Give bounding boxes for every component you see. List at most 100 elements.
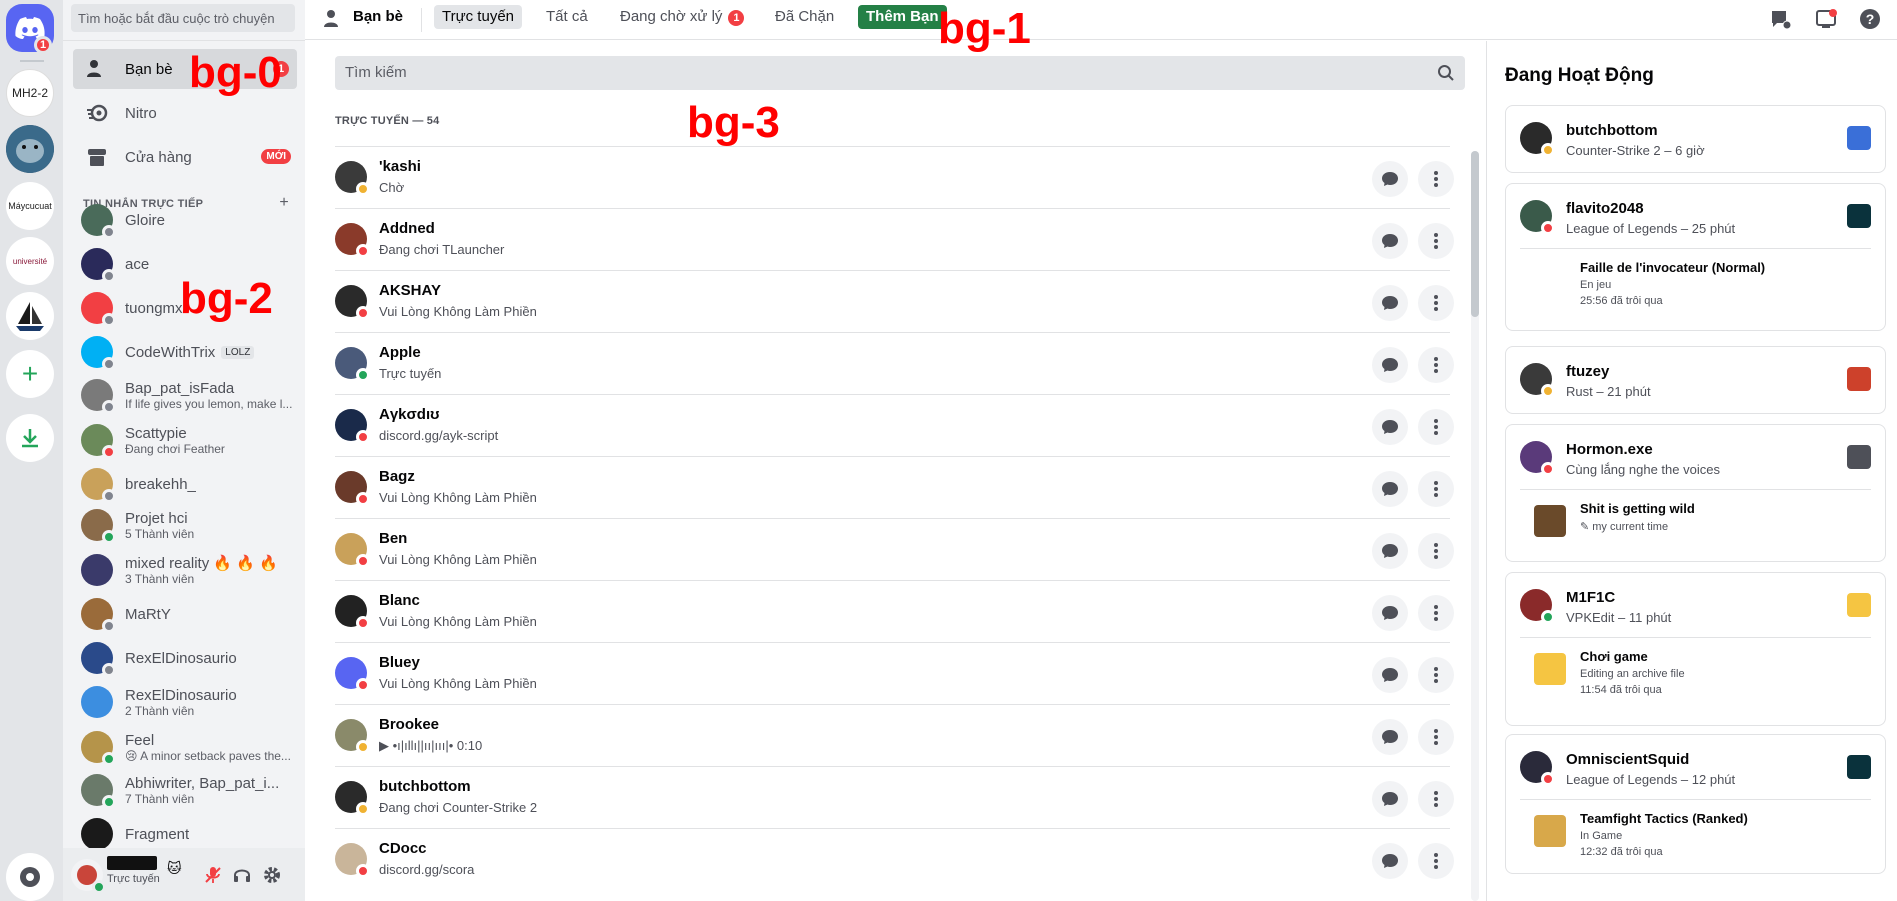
more-options-button[interactable] (1418, 533, 1454, 569)
activity-card[interactable]: Hormon.exe Cùng lắng nghe the voices Shit … (1505, 424, 1886, 562)
friend-row[interactable]: Addned Đang chơi TLauncher (335, 208, 1454, 270)
user-avatar[interactable] (71, 858, 106, 894)
message-button[interactable] (1372, 781, 1408, 817)
more-options-button[interactable] (1418, 161, 1454, 197)
friend-row[interactable]: Bluey Vui Lòng Không Làm Phiền (335, 642, 1454, 704)
server-universite[interactable]: université (6, 237, 54, 285)
conversation-search-input[interactable]: Tìm hoặc bắt đầu cuộc trò chuyện (71, 4, 295, 32)
scrollbar-thumb[interactable] (1471, 151, 1479, 317)
more-options-button[interactable] (1418, 843, 1454, 879)
friend-row[interactable]: Ben Vui Lòng Không Làm Phiền (335, 518, 1454, 580)
nitro-icon (85, 101, 109, 125)
dm-item[interactable]: mixed reality 🔥 🔥 🔥 3 Thành viên (73, 549, 297, 591)
message-button[interactable] (1372, 719, 1408, 755)
more-vertical-icon (1434, 605, 1438, 621)
friend-row[interactable]: Apple Trực tuyến (335, 332, 1454, 394)
avatar (81, 336, 116, 371)
tab-all[interactable]: Tất cả (538, 5, 596, 29)
compass-icon (20, 867, 40, 887)
dm-item[interactable]: CodeWithTrix LOLZ (73, 331, 297, 373)
friend-row[interactable]: AKSHAY Vui Lòng Không Làm Phiền (335, 270, 1454, 332)
activity-card[interactable]: ftuzey Rust – 21 phút (1505, 346, 1886, 414)
dm-item[interactable]: breakehh_ (73, 463, 297, 505)
user-settings-button[interactable] (261, 864, 283, 886)
help-button[interactable]: ? (1857, 6, 1883, 32)
more-options-button[interactable] (1418, 719, 1454, 755)
message-button[interactable] (1372, 223, 1408, 259)
dm-item[interactable]: Feel 😢 A minor setback paves the... (73, 726, 297, 768)
dm-item[interactable]: Projet hci 5 Thành viên (73, 504, 297, 546)
dm-name: Feel (125, 731, 155, 749)
more-options-button[interactable] (1418, 595, 1454, 631)
add-server-button[interactable]: + (6, 350, 54, 398)
more-options-button[interactable] (1418, 223, 1454, 259)
avatar (81, 292, 116, 327)
dm-item[interactable]: Abhiwriter, Bap_pat_i... 7 Thành viên (73, 769, 297, 811)
plus-icon: + (21, 358, 39, 389)
more-options-button[interactable] (1418, 471, 1454, 507)
microphone-muted-icon (205, 867, 221, 883)
dm-item[interactable]: RexElDinosaurio (73, 637, 297, 679)
new-group-dm-button[interactable] (1767, 6, 1793, 32)
dm-item[interactable]: RexElDinosaurio 2 Thành viên (73, 681, 297, 723)
more-vertical-icon (1434, 543, 1438, 559)
status-indicator (1541, 221, 1555, 235)
more-options-button[interactable] (1418, 409, 1454, 445)
add-friend-button[interactable]: Thêm Bạn (858, 5, 947, 29)
more-options-button[interactable] (1418, 347, 1454, 383)
server-maycucuat[interactable]: Máycucuat (6, 182, 54, 230)
inbox-button[interactable] (1813, 6, 1839, 32)
message-button[interactable] (1372, 533, 1408, 569)
message-button[interactable] (1372, 595, 1408, 631)
tab-online[interactable]: Trực tuyến (434, 5, 523, 29)
dm-item[interactable]: Gloire (73, 199, 297, 241)
message-button[interactable] (1372, 843, 1408, 879)
message-button[interactable] (1372, 471, 1408, 507)
message-button[interactable] (1372, 657, 1408, 693)
status-indicator (102, 313, 116, 327)
status-indicator (356, 678, 370, 692)
tab-blocked[interactable]: Đã Chặn (767, 5, 842, 29)
message-button[interactable] (1372, 347, 1408, 383)
server-mh2-2[interactable]: MH2-2 (6, 69, 54, 117)
cat-emoji-icon: 🐱 (167, 860, 182, 876)
discover-button[interactable] (6, 853, 54, 901)
activity-card[interactable]: M1F1C VPKEdit – 11 phút Chơi game Editing a… (1505, 572, 1886, 726)
dm-item[interactable]: MaRtY (73, 593, 297, 635)
message-button[interactable] (1372, 161, 1408, 197)
dm-text: Fragment (125, 826, 189, 843)
avatar (81, 686, 113, 718)
message-button[interactable] (1372, 409, 1408, 445)
activity-card[interactable]: flavito2048 League of Legends – 25 phút Fa… (1505, 183, 1886, 331)
friend-name: Brookee (379, 716, 440, 733)
dm-text: Gloire (125, 212, 165, 229)
more-options-button[interactable] (1418, 285, 1454, 321)
status-indicator (356, 616, 370, 630)
message-button[interactable] (1372, 285, 1408, 321)
tab-pending[interactable]: Đang chờ xử lý 1 (612, 5, 752, 29)
friend-row[interactable]: CDocc discord.gg/scora (335, 828, 1454, 890)
friend-row[interactable]: Brookee ▶ •ı|ıllı||ıı|ııı|• 0:10 (335, 704, 1454, 766)
dm-item[interactable]: Bap_pat_isFada If life gives you lemon, m… (73, 374, 297, 416)
friend-row[interactable]: butchbottom Đang chơi Counter-Strike 2 (335, 766, 1454, 828)
friend-row[interactable]: 'kashi Chờ (335, 146, 1454, 208)
user-info[interactable]: Trực tuyến (107, 856, 160, 885)
activity-card[interactable]: butchbottom Counter-Strike 2 – 6 giờ (1505, 105, 1886, 173)
friends-search-input[interactable]: Tìm kiếm (335, 56, 1465, 90)
dm-item[interactable]: Scattypie Đang chơi Feather (73, 419, 297, 461)
friend-row[interactable]: Blanc Vui Lòng Không Làm Phiền (335, 580, 1454, 642)
nav-nitro[interactable]: Nitro (73, 93, 297, 133)
deafen-button[interactable] (231, 864, 253, 886)
nav-shop[interactable]: Cửa hàng MỚI (73, 137, 297, 177)
avatar (1520, 363, 1555, 398)
server-boat[interactable] (6, 292, 54, 340)
mute-microphone-button[interactable] (202, 864, 224, 886)
download-apps-button[interactable] (6, 414, 54, 462)
server-shark[interactable] (6, 125, 54, 173)
friend-row[interactable]: Aγkσdıʊ discord.gg/ayk-script (335, 394, 1454, 456)
more-options-button[interactable] (1418, 657, 1454, 693)
more-options-button[interactable] (1418, 781, 1454, 817)
friend-row[interactable]: Bagz Vui Lòng Không Làm Phiền (335, 456, 1454, 518)
activity-card[interactable]: OmniscientSquid League of Legends – 12 ph… (1505, 734, 1886, 874)
dm-name: CodeWithTrix (125, 343, 216, 361)
